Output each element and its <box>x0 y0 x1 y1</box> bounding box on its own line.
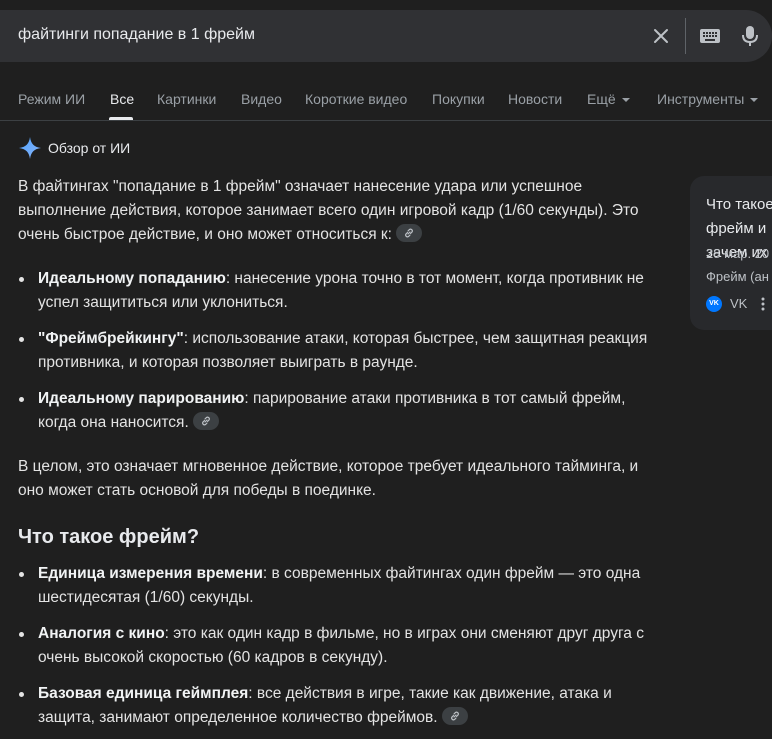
chevron-down-icon <box>621 98 630 103</box>
search-results-page: файтинги попадание в 1 фрейм Режим ИИ Вс… <box>0 0 772 739</box>
source-card[interactable]: Что такое фрейм и зачем их 28 мар. 20 Фр… <box>690 176 772 330</box>
tab-tools[interactable]: Инструменты <box>657 91 759 107</box>
frame-definition-list: Единица измерения времени: в современных… <box>18 562 648 739</box>
list-item: Базовая единица геймплея: все действия в… <box>18 682 648 730</box>
source-card-date: 28 мар. 20 <box>706 246 770 261</box>
source-card-snippet: Фрейм (ан <box>706 269 769 284</box>
tab-more[interactable]: Ещё <box>587 91 630 107</box>
mic-icon[interactable] <box>740 24 760 48</box>
tab-all[interactable]: Все <box>110 91 134 107</box>
bullet-term: "Фреймбрейкингу" <box>38 330 184 347</box>
list-item: Идеальному попаданию: нанесение урона то… <box>18 267 648 315</box>
search-bar-divider <box>685 18 686 54</box>
summary-paragraph: В целом, это означает мгновенное действи… <box>18 458 639 499</box>
meaning-list: Идеальному попаданию: нанесение урона то… <box>18 267 648 447</box>
tab-ai-mode[interactable]: Режим ИИ <box>18 91 85 107</box>
tab-short-videos[interactable]: Короткие видео <box>305 91 407 107</box>
close-icon[interactable] <box>650 25 672 47</box>
section-heading: Что такое фрейм? <box>18 526 200 548</box>
bullet-term: Единица измерения времени <box>38 565 263 582</box>
bullet-term: Идеальному парированию <box>38 390 245 407</box>
tab-tools-label: Инструменты <box>657 91 745 107</box>
link-icon[interactable] <box>395 223 422 242</box>
search-tabs: Режим ИИ Все Картинки Видео Короткие вид… <box>0 80 772 121</box>
active-tab-indicator <box>109 117 133 120</box>
bullet-term: Базовая единица геймплея <box>38 685 249 702</box>
intro-text: В файтингах "попадание в 1 фрейм" означа… <box>18 178 639 243</box>
tab-more-label: Ещё <box>587 91 616 107</box>
list-item: "Фреймбрейкингу": использование атаки, к… <box>18 327 648 375</box>
ai-overview-title: Обзор от ИИ <box>48 140 131 156</box>
intro-paragraph: В файтингах "попадание в 1 фрейм" означа… <box>18 175 648 247</box>
bullet-term: Идеальному попаданию <box>38 270 226 287</box>
link-icon[interactable] <box>441 706 468 725</box>
chevron-down-icon <box>750 98 759 103</box>
list-item: Идеальному парированию: парирование атак… <box>18 387 648 435</box>
search-bar[interactable]: файтинги попадание в 1 фрейм <box>0 10 772 62</box>
ai-sparkle-icon <box>18 136 42 160</box>
keyboard-icon[interactable] <box>698 26 722 46</box>
more-vert-icon[interactable] <box>760 296 766 312</box>
tab-shopping[interactable]: Покупки <box>432 91 485 107</box>
bullet-term: Аналогия с кино <box>38 625 165 642</box>
list-item: Аналогия с кино: это как один кадр в фил… <box>18 622 648 670</box>
tab-images[interactable]: Картинки <box>157 91 216 107</box>
vk-logo-icon: VK <box>706 296 722 312</box>
tab-videos[interactable]: Видео <box>241 91 282 107</box>
search-input[interactable]: файтинги попадание в 1 фрейм <box>18 26 255 44</box>
link-icon[interactable] <box>192 411 219 430</box>
list-item: Единица измерения времени: в современных… <box>18 562 648 610</box>
tab-news[interactable]: Новости <box>508 91 562 107</box>
source-card-source: VK <box>730 296 748 311</box>
